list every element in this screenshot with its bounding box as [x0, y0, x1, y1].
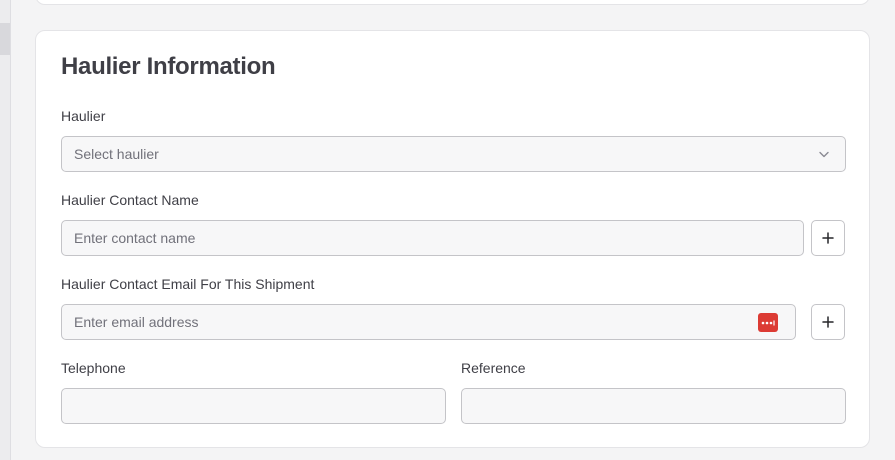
password-manager-icon[interactable]	[758, 313, 778, 332]
contact-email-label: Haulier Contact Email For This Shipment	[61, 276, 315, 292]
contact-name-input[interactable]: Enter contact name	[61, 220, 804, 256]
contact-email-placeholder: Enter email address	[74, 314, 199, 330]
chevron-down-icon	[819, 151, 829, 158]
section-title: Haulier Information	[61, 53, 276, 80]
plus-icon	[822, 232, 834, 244]
contact-name-label: Haulier Contact Name	[61, 192, 199, 208]
haulier-information-card: Haulier Information Haulier Select hauli…	[35, 30, 870, 448]
left-rail-active-item[interactable]	[0, 23, 10, 55]
haulier-label: Haulier	[61, 108, 106, 124]
password-dots-icon	[761, 320, 775, 325]
haulier-select-value: Select haulier	[74, 146, 159, 162]
contact-name-placeholder: Enter contact name	[74, 230, 196, 246]
plus-icon	[822, 316, 834, 328]
left-rail	[0, 0, 11, 460]
telephone-label: Telephone	[61, 360, 126, 376]
reference-label: Reference	[461, 360, 526, 376]
haulier-select[interactable]: Select haulier	[61, 136, 846, 172]
add-contact-email-button[interactable]	[811, 304, 845, 340]
reference-input[interactable]	[461, 388, 846, 424]
contact-email-input[interactable]: Enter email address	[61, 304, 796, 340]
previous-section-card	[35, 0, 870, 5]
telephone-input[interactable]	[61, 388, 446, 424]
add-contact-name-button[interactable]	[811, 220, 845, 256]
